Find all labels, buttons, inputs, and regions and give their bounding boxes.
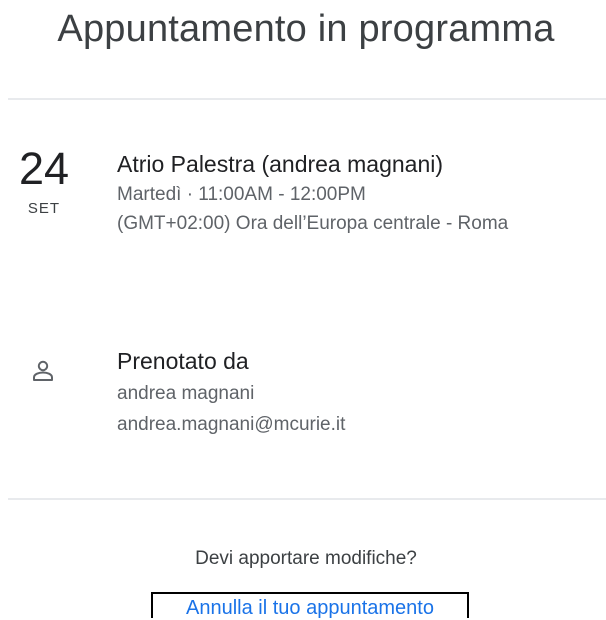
appointment-details: Atrio Palestra (andrea magnani) Martedì …	[117, 148, 587, 238]
appointment-time: Martedì · 11:00AM - 12:00PM	[117, 184, 366, 205]
top-divider	[8, 98, 606, 100]
cancel-appointment-link[interactable]: Annulla il tuo appuntamento	[151, 592, 469, 618]
appointment-timezone: (GMT+02:00) Ora dell’Europa centrale - R…	[117, 213, 509, 234]
bottom-divider	[8, 498, 606, 500]
page-title: Appuntamento in programma	[57, 8, 555, 50]
booked-by-name: andrea magnani	[117, 383, 255, 404]
appointment-title: Atrio Palestra (andrea magnani)	[117, 151, 443, 177]
appointment-date: 24 SET	[8, 143, 80, 218]
changes-prompt: Devi apportare modifiche?	[195, 548, 417, 569]
booked-by-email: andrea.magnani@mcurie.it	[117, 414, 346, 435]
booked-by-heading: Prenotato da	[117, 348, 249, 374]
booked-by-section: Prenotato da andrea magnani andrea.magna…	[117, 344, 587, 440]
date-day: 24	[18, 143, 70, 194]
date-month: SET	[27, 200, 61, 217]
person-icon	[33, 360, 53, 381]
